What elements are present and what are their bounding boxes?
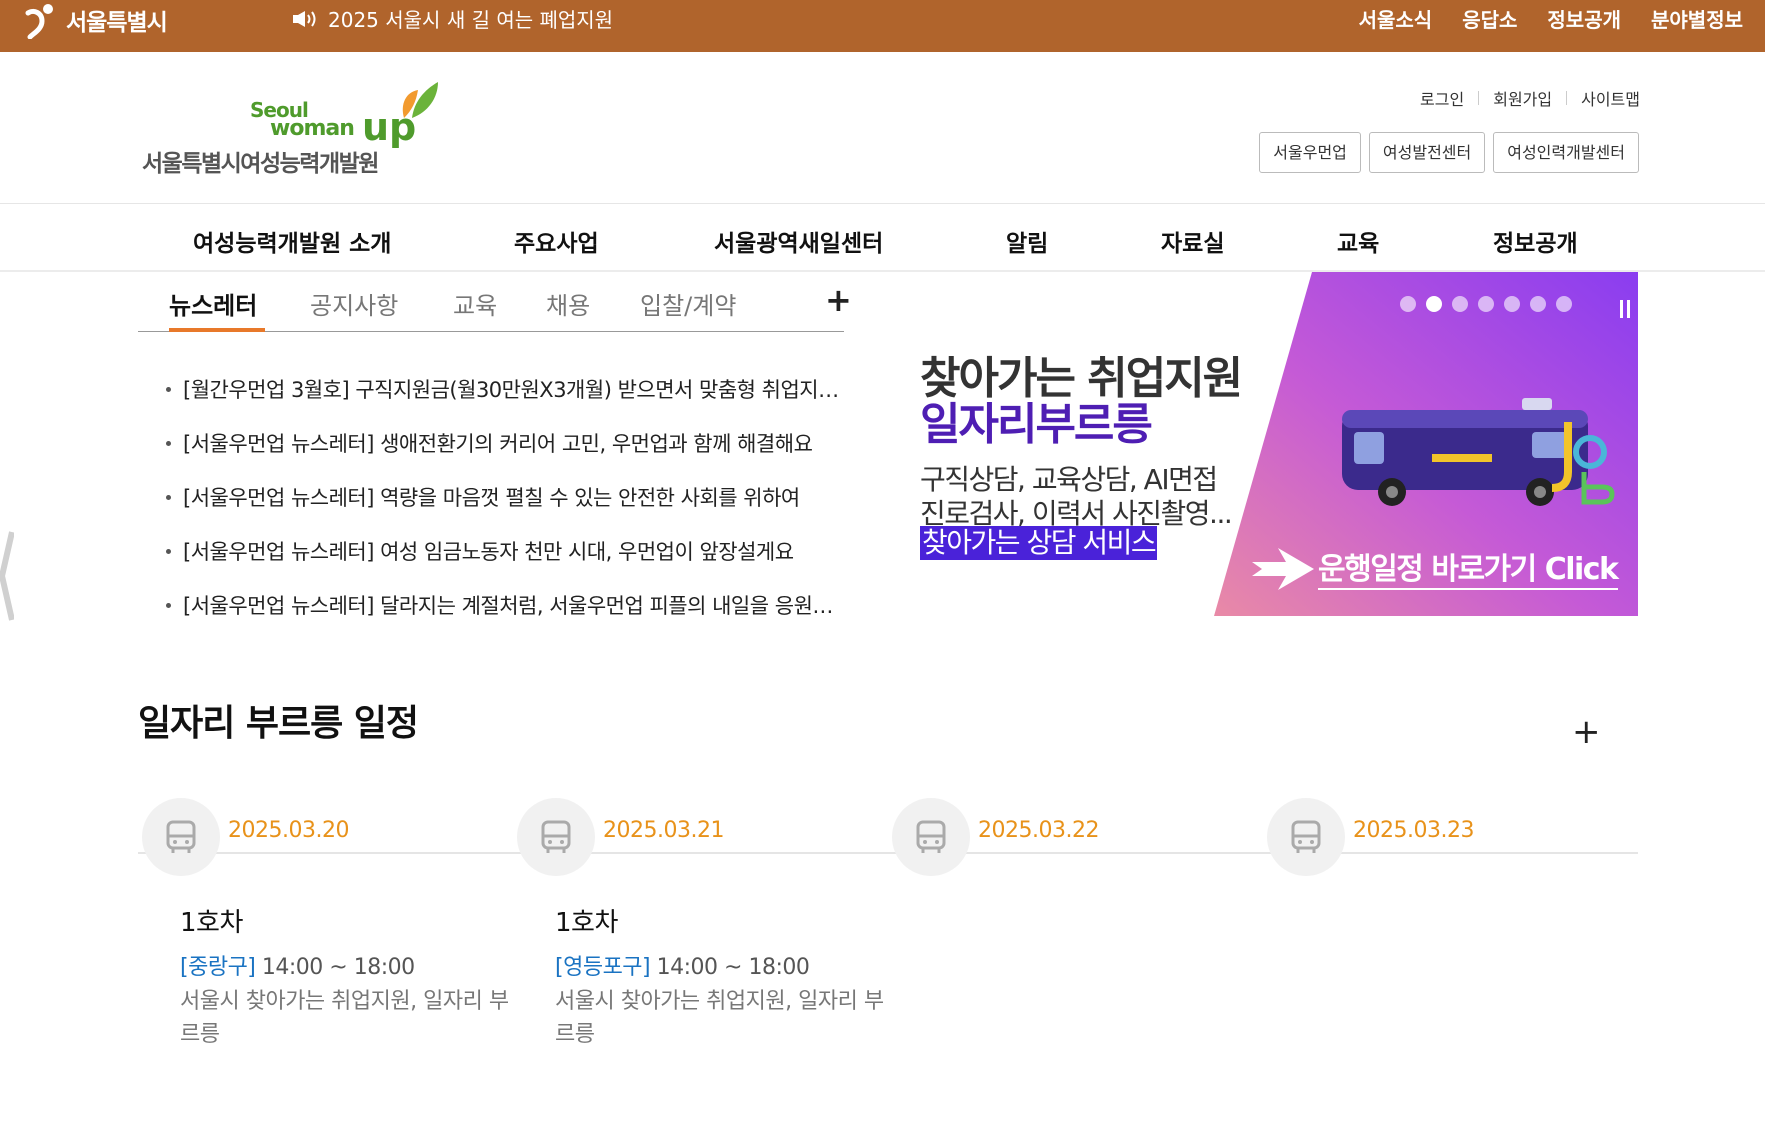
list-item[interactable]: [월간우먼업 3월호] 구직지원금(월30만원X3개월) 받으면서 맞춤형 취업…	[166, 362, 846, 416]
active-tab-indicator	[169, 328, 265, 332]
banner-subtitle: 일자리부르릉	[920, 399, 1153, 450]
event-line: [중랑구] 14:00 ~ 18:00	[180, 949, 520, 981]
board-tabs: 뉴스레터 공지사항 교육 채용 입찰/계약 +	[138, 278, 852, 332]
main-nav: 여성능력개발원 소개 주요사업 서울광역새일센터 알림 자료실 교육 정보공개	[0, 204, 1765, 272]
gnb-info-disclosure[interactable]: 정보공개	[1493, 224, 1578, 258]
top-bar: 서울특별시 2025 서울시 새 길 여는 폐업지원 서울소식 응답소 정보공개…	[0, 0, 1765, 52]
subsite-women-resource-button[interactable]: 여성인력개발센터	[1493, 132, 1639, 173]
bus-icon	[892, 798, 970, 876]
subsite-buttons: 서울우먼업 여성발전센터 여성인력개발센터	[1259, 132, 1639, 173]
tab-bid-contract[interactable]: 입찰/계약	[640, 286, 736, 321]
bus-icon	[517, 798, 595, 876]
gnb-saeil-center[interactable]: 서울광역새일센터	[714, 224, 883, 258]
news-title: [서울우먼업 뉴스레터] 달라지는 계절처럼, 서울우먼업 피플의 내일을 응원…	[183, 594, 843, 618]
topnav-eungdapso[interactable]: 응답소	[1462, 4, 1517, 33]
pause-icon[interactable]	[1620, 300, 1632, 318]
slide-dot[interactable]	[1504, 296, 1520, 312]
news-title: [서울우먼업 뉴스레터] 여성 임금노동자 천만 시대, 우먼업이 앞장설게요	[183, 540, 794, 564]
bullet-icon	[166, 386, 171, 392]
top-nav: 서울소식 응답소 정보공개 분야별정보	[1359, 4, 1743, 33]
event-time: 14:00 ~ 18:00	[656, 955, 810, 980]
schedule-more-button[interactable]: +	[1572, 712, 1601, 752]
event-desc: 서울시 찾아가는 취업지원, 일자리 부르릉	[555, 989, 884, 1047]
bullet-icon	[166, 440, 171, 446]
slide-dot[interactable]	[1556, 296, 1572, 312]
login-link[interactable]: 로그인	[1420, 86, 1464, 110]
event-car: 1호차	[180, 908, 243, 938]
util-divider	[1566, 91, 1568, 105]
bullet-icon	[166, 548, 171, 554]
list-item[interactable]: [서울우먼업 뉴스레터] 달라지는 계절처럼, 서울우먼업 피플의 내일을 응원…	[166, 578, 846, 632]
schedule-title: 일자리 부르릉 일정	[138, 703, 419, 744]
list-item[interactable]: [서울우먼업 뉴스레터] 역량을 마음껏 펼칠 수 있는 안전한 사회를 위하여	[166, 470, 846, 524]
slide-dot[interactable]	[1452, 296, 1468, 312]
top-notice-text: 2025 서울시 새 길 여는 폐업지원	[328, 8, 614, 32]
slide-dot[interactable]	[1530, 296, 1546, 312]
brand-up: up	[362, 105, 417, 149]
news-list: [월간우먼업 3월호] 구직지원금(월30만원X3개월) 받으면서 맞춤형 취업…	[166, 362, 846, 632]
bus-icon	[1267, 798, 1345, 876]
gnb-notice[interactable]: 알림	[1006, 224, 1048, 258]
site-logo[interactable]: Seoul woman up 서울특별시여성능력개발원	[140, 78, 450, 178]
speaker-icon	[293, 10, 316, 27]
event-line: [영등포구] 14:00 ~ 18:00	[555, 949, 895, 981]
gnb-archive[interactable]: 자료실	[1161, 224, 1224, 258]
event-desc: 서울시 찾아가는 취업지원, 일자리 부르릉	[180, 989, 509, 1047]
event-time: 14:00 ~ 18:00	[261, 955, 415, 980]
promo-banner[interactable]: 찾아가는 취업지원 일자리부르릉 구직상담, 교육상담, AI면접 진로검사, …	[904, 272, 1638, 616]
event-car: 1호차	[555, 908, 618, 938]
bus-illustration-icon	[1342, 398, 1615, 506]
board-more-button[interactable]: +	[825, 278, 852, 322]
slide-dot[interactable]	[1478, 296, 1494, 312]
schedule-event[interactable]: 1호차 [중랑구] 14:00 ~ 18:00 서울시 찾아가는 취업지원, 일…	[180, 902, 520, 1051]
list-item[interactable]: [서울우먼업 뉴스레터] 생애전환기의 커리어 고민, 우먼업과 함께 해결해요	[166, 416, 846, 470]
banner-schedule-link[interactable]: 운행일정 바로가기 Click	[1318, 552, 1619, 590]
news-title: [서울우먼업 뉴스레터] 생애전환기의 커리어 고민, 우먼업과 함께 해결해요	[183, 432, 813, 456]
list-item[interactable]: [서울우먼업 뉴스레터] 여성 임금노동자 천만 시대, 우먼업이 앞장설게요	[166, 524, 846, 578]
top-notice[interactable]: 2025 서울시 새 길 여는 폐업지원	[292, 4, 613, 33]
sitemap-link[interactable]: 사이트맵	[1581, 86, 1640, 110]
gnb-main-business[interactable]: 주요사업	[514, 224, 599, 258]
arrow-right-icon	[1252, 548, 1314, 590]
chevron-left-icon[interactable]	[0, 528, 14, 624]
schedule-date: 2025.03.21	[603, 818, 724, 843]
event-district: [중랑구]	[180, 955, 256, 980]
tab-notices[interactable]: 공지사항	[310, 286, 398, 321]
subsite-seoul-womanup-button[interactable]: 서울우먼업	[1259, 132, 1361, 173]
tab-newsletter[interactable]: 뉴스레터	[169, 286, 257, 321]
topnav-seoul-news[interactable]: 서울소식	[1359, 4, 1433, 33]
slide-dot[interactable]	[1426, 296, 1442, 312]
seoul-logo-text: 서울특별시	[66, 10, 168, 36]
bullet-icon	[166, 602, 171, 608]
schedule-date: 2025.03.22	[978, 818, 1099, 843]
brand-woman: woman	[270, 116, 355, 141]
schedule-date: 2025.03.23	[1353, 818, 1474, 843]
schedule-event[interactable]: 1호차 [영등포구] 14:00 ~ 18:00 서울시 찾아가는 취업지원, …	[555, 902, 895, 1051]
news-title: [서울우먼업 뉴스레터] 역량을 마음껏 펼칠 수 있는 안전한 사회를 위하여	[183, 486, 800, 510]
banner-desc-highlight: 찾아가는 상담 서비스	[920, 526, 1158, 560]
schedule-date: 2025.03.20	[228, 818, 349, 843]
slide-indicator	[1400, 296, 1572, 312]
bus-icon	[142, 798, 220, 876]
slide-dot[interactable]	[1400, 296, 1416, 312]
gnb-about[interactable]: 여성능력개발원 소개	[193, 224, 391, 258]
schedule-timeline	[138, 852, 1638, 854]
bullet-icon	[166, 494, 171, 500]
topnav-info-disclosure[interactable]: 정보공개	[1547, 4, 1621, 33]
utility-links: 로그인 회원가입 사이트맵	[1420, 86, 1640, 110]
subsite-women-development-button[interactable]: 여성발전센터	[1368, 132, 1486, 173]
util-divider	[1478, 91, 1480, 105]
tab-education[interactable]: 교육	[453, 286, 497, 321]
tab-recruit[interactable]: 채용	[546, 286, 590, 321]
news-title: [월간우먼업 3월호] 구직지원금(월30만원X3개월) 받으면서 맞춤형 취업…	[183, 378, 843, 402]
seoul-logo-icon	[25, 4, 53, 39]
brand-korean-name: 서울특별시여성능력개발원	[142, 151, 379, 177]
gnb-education[interactable]: 교육	[1337, 224, 1379, 258]
seoul-city-logo[interactable]: 서울특별시	[22, 0, 168, 40]
event-district: [영등포구]	[555, 955, 651, 980]
topnav-field-info[interactable]: 분야별정보	[1651, 4, 1743, 33]
join-link[interactable]: 회원가입	[1493, 86, 1552, 110]
